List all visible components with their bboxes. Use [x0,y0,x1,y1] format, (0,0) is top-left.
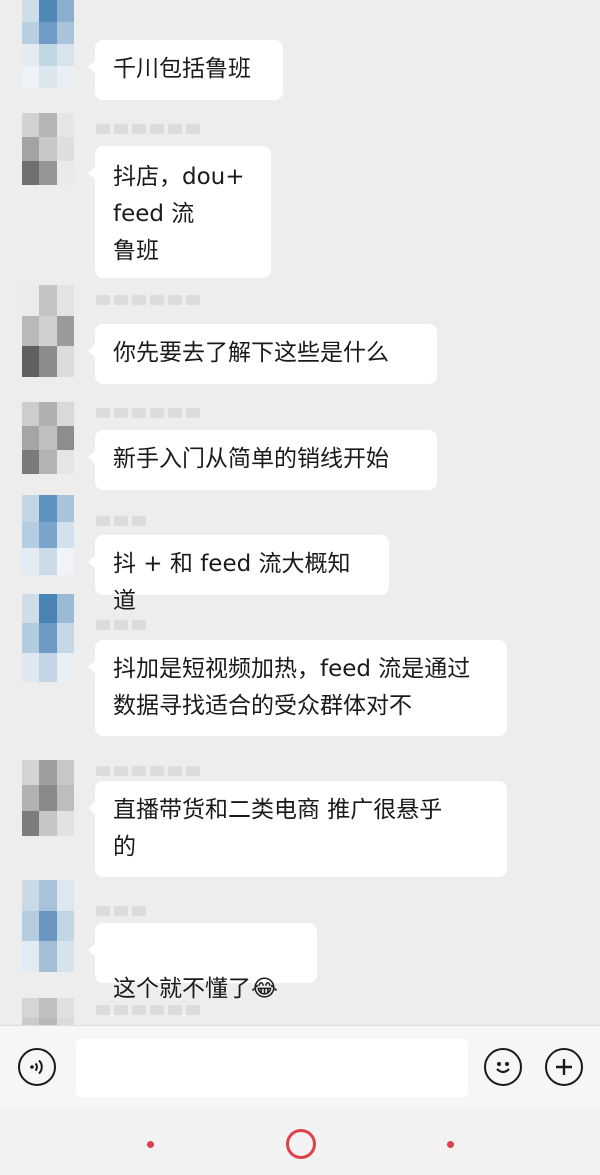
chat-area[interactable]: 千川包括鲁班 抖店，dou+ feed 流 鲁班 你先要去了解下这些是什么 新手… [0,0,600,1025]
message-bubble[interactable]: 新手入门从简单的销线开始 [88,430,437,490]
message-bubble[interactable]: 抖店，dou+ feed 流 鲁班 [88,146,271,278]
system-nav-bar [0,1110,600,1175]
sender-name [96,1005,200,1015]
sender-name [96,295,200,305]
message-bubble[interactable]: 直播带货和二类电商 推广很悬乎 的 [88,781,507,877]
sender-name [96,516,146,526]
message-bubble[interactable]: 千川包括鲁班 [88,40,283,100]
sender-name [96,906,146,916]
message-bubble[interactable]: 你先要去了解下这些是什么 [88,324,437,384]
avatar[interactable] [22,594,74,682]
avatar[interactable] [22,998,74,1025]
sender-name [96,766,200,776]
avatar[interactable] [22,402,74,474]
back-dot-icon[interactable] [447,1141,454,1148]
message-bubble[interactable]: 抖 + 和 feed 流大概知道 [88,535,389,614]
message-input[interactable] [76,1039,468,1097]
message-bubble[interactable]: 抖加是短视频加热，feed 流是通过 数据寻找适合的受众群体对不 [88,640,507,736]
avatar[interactable] [22,495,74,575]
avatar[interactable] [22,113,74,185]
sender-name [96,124,200,134]
avatar[interactable] [22,0,74,88]
sender-name [96,408,200,418]
plus-icon[interactable] [545,1048,583,1086]
sender-name [96,620,146,630]
menu-dot-icon[interactable] [147,1141,154,1148]
home-circle-icon[interactable] [286,1129,316,1159]
avatar[interactable] [22,285,74,377]
avatar[interactable] [22,760,74,836]
message-text: 这个就不懂了 [113,976,251,1002]
message-bubble[interactable]: 这个就不懂了😂 [88,923,317,1002]
voice-icon[interactable] [18,1048,56,1086]
input-bar [0,1025,600,1111]
avatar[interactable] [22,880,74,972]
laughing-emoji: 😂 [251,976,278,1002]
smiley-icon[interactable] [484,1048,522,1086]
